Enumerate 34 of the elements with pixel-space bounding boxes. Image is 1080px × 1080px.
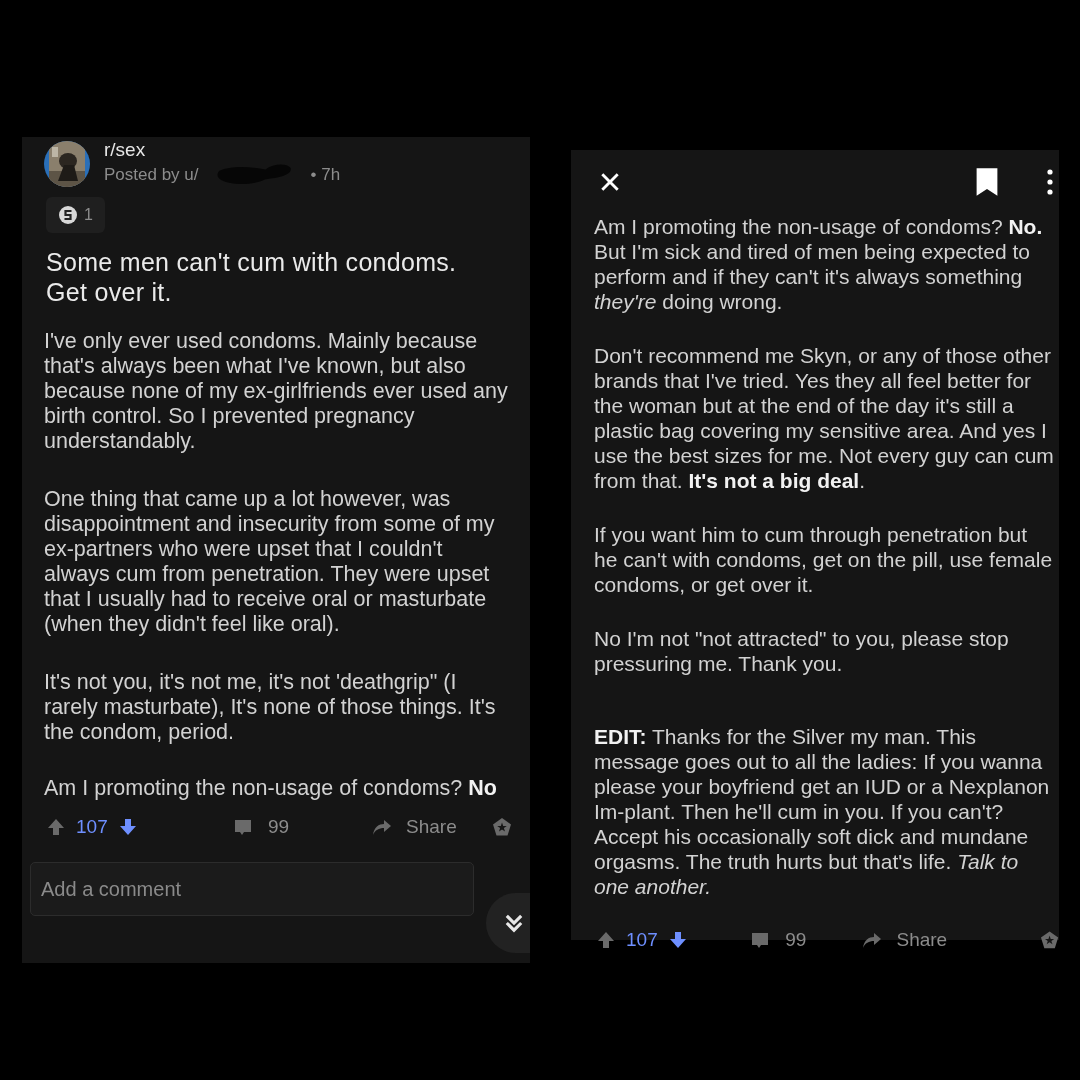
post-paragraph: One thing that came up a lot however, was disappointment and insecurity from some of my ex-partners who were upset that I couldn't always cum from penetration. They were upset that I usually had to receive oral or masturbate (when they didn't feel like oral).	[44, 487, 496, 637]
upvote-icon[interactable]	[596, 930, 616, 950]
upvote-icon[interactable]	[46, 817, 66, 837]
post-paragraph: EDIT: Thanks for the Silver my man. This message goes out to all the ladies: If you wanna please your boyfriend get an IUD or a Nexplanon Im-plant. Then he'll cum in you. If you can't? Accept his occasionally soft dick and mundane orgasms. The truth hurts but that's life. Talk to one another.	[594, 724, 1051, 899]
vote-count: 107	[76, 816, 108, 838]
downvote-icon[interactable]	[117, 817, 138, 837]
post-paragraph: It's not you, it's not me, it's not 'deathgrip" (I rarely masturbate), It's none of those things. It's the condom, period.	[44, 670, 497, 745]
share-icon	[370, 817, 392, 837]
scroll-down-button[interactable]	[486, 893, 530, 953]
award-icon[interactable]	[1039, 930, 1059, 950]
post-paragraph: Don't recommend me Skyn, or any of those other brands that I've tried. Yes they all feel better for the woman but at the end of the day it's still a plastic bag covering my sensitive area. And yes I use the best sizes for me. Not every guy can cum from that. It's not a big deal.	[594, 343, 1055, 493]
more-icon[interactable]	[1047, 169, 1053, 195]
share-button[interactable]: Share	[860, 929, 972, 951]
downvote-icon[interactable]	[667, 930, 688, 950]
comment-icon[interactable]	[232, 817, 254, 837]
post-paragraph: I've only ever used condoms. Mainly because that's always been what I've known, but also because none of my ex-girlfriends ever used any birth control. So I prevented pregnancy understandably.	[44, 329, 509, 454]
post-paragraph: If you want him to cum through penetration but he can't with condoms, get on the pill, use female condoms, or get over it.	[594, 522, 1054, 597]
award-icon[interactable]	[490, 817, 513, 837]
posted-by: Posted by u/	[104, 165, 199, 185]
post-paragraph: No I'm not "not attracted" to you, please stop pressuring me. Thank you.	[594, 626, 1010, 676]
post-title: Some men can't cum with condoms. Get over it.	[46, 247, 458, 307]
comment-count: 99	[268, 816, 290, 838]
share-icon	[860, 930, 883, 950]
comment-count: 99	[785, 929, 807, 951]
post-paragraph: Am I promoting the non-usage of condoms? No	[44, 778, 498, 798]
post-paragraph: Am I promoting the non-usage of condoms? No. But I'm sick and tired of men being expected to perform and if they can't it's always something they're doing wrong.	[594, 214, 1044, 314]
vote-count: 107	[626, 929, 658, 951]
subreddit-name[interactable]: r/sex	[104, 139, 341, 161]
post-time: • 7h	[310, 165, 341, 185]
award-badge[interactable]: 1	[46, 197, 105, 233]
bookmark-icon[interactable]	[975, 167, 999, 197]
close-icon[interactable]	[599, 171, 621, 193]
share-button[interactable]: Share	[370, 816, 457, 838]
comment-field[interactable]: Add a comment	[30, 862, 474, 916]
